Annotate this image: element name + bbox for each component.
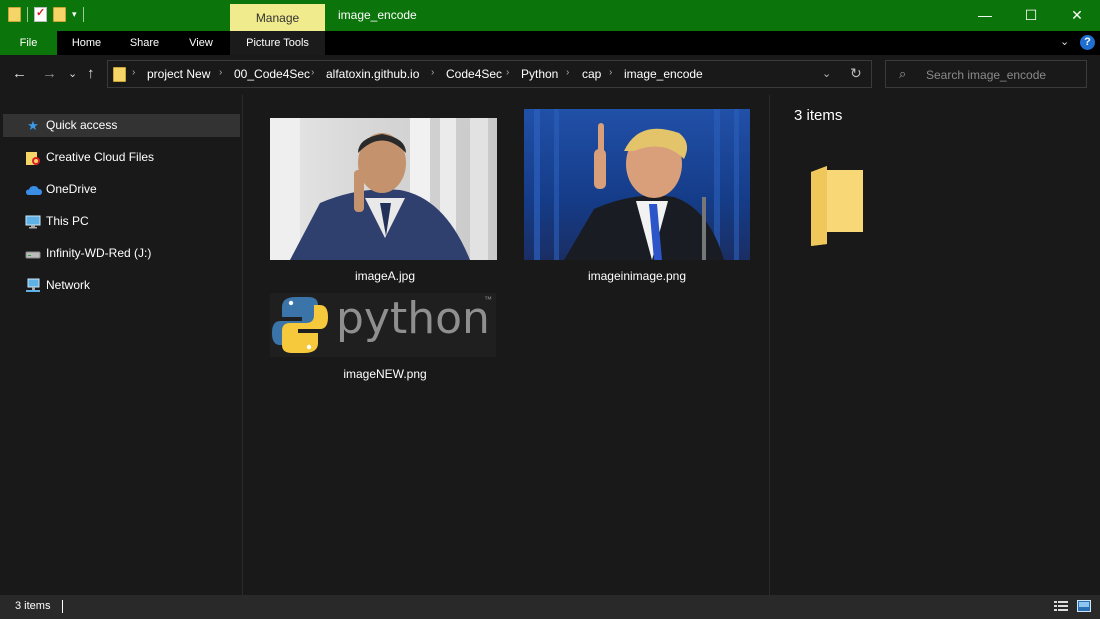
breadcrumb-cap[interactable]: cap <box>582 67 601 81</box>
address-bar[interactable]: › project New › 00_Code4Sec › alfatoxin.… <box>107 60 872 88</box>
breadcrumb-separator[interactable]: › <box>431 67 434 78</box>
refresh-icon[interactable]: ↻ <box>850 65 862 82</box>
breadcrumb-image-encode[interactable]: image_encode <box>624 67 703 81</box>
search-box[interactable]: ⌕ Search image_encode <box>885 60 1087 88</box>
tab-home[interactable]: Home <box>64 31 109 55</box>
drive-icon <box>25 246 41 262</box>
quick-access-toolbar: ▾ <box>8 6 84 22</box>
sidebar-item-this-pc[interactable]: This PC <box>3 210 240 233</box>
breadcrumb-separator[interactable]: › <box>132 67 135 78</box>
breadcrumb-python[interactable]: Python <box>521 67 558 81</box>
search-input[interactable]: Search image_encode <box>926 68 1046 82</box>
sidebar-item-quick-access[interactable]: ★ Quick access <box>3 114 240 137</box>
ribbon: File Home Share View Picture Tools ⌄ ? <box>0 31 1100 55</box>
sidebar-item-infinity-wd-red[interactable]: Infinity-WD-Red (J:) <box>3 242 240 265</box>
file-thumbnail[interactable] <box>270 118 497 260</box>
breadcrumb-separator[interactable]: › <box>609 67 612 78</box>
sidebar-item-label: Network <box>46 278 91 292</box>
sidebar-item-network[interactable]: Network <box>3 274 240 297</box>
forward-arrow-icon[interactable]: → <box>42 65 57 82</box>
search-icon: ⌕ <box>899 66 907 81</box>
preview-pane: 3 items <box>769 95 1100 595</box>
item-count-heading: 3 items <box>794 107 843 124</box>
python-logo-text: python <box>336 293 490 344</box>
breadcrumb-separator[interactable]: › <box>219 67 222 78</box>
folder-icon <box>113 67 126 82</box>
back-arrow-icon[interactable]: ← <box>12 65 27 82</box>
status-bar: 3 items <box>0 595 1100 619</box>
large-icons-view-icon[interactable] <box>1077 600 1091 612</box>
customize-toolbar-dropdown[interactable]: ▾ <box>72 9 77 20</box>
title-bar: ▾ Manage image_encode — ☐ ✕ <box>0 0 1100 31</box>
folder-icon <box>8 7 21 22</box>
network-icon <box>25 278 41 294</box>
breadcrumb-separator[interactable]: › <box>566 67 569 78</box>
trademark-symbol: ™ <box>484 295 492 304</box>
sidebar-item-label: Creative Cloud Files <box>46 150 155 164</box>
maximize-button[interactable]: ☐ <box>1008 0 1054 31</box>
sidebar-item-label: OneDrive <box>46 182 97 196</box>
tab-view[interactable]: View <box>180 31 222 55</box>
breadcrumb-separator[interactable]: › <box>311 67 314 78</box>
tab-picture-tools[interactable]: Picture Tools <box>230 31 325 55</box>
sidebar-item-creative-cloud-files[interactable]: Creative Cloud Files <box>3 146 240 169</box>
file-list: imageA.jpg imageinimage.png python ™ ima… <box>243 95 768 595</box>
status-divider <box>62 600 63 613</box>
navigation-pane: ★ Quick access Creative Cloud Files OneD… <box>0 95 243 595</box>
breadcrumb-separator[interactable]: › <box>506 67 509 78</box>
breadcrumb-project-new[interactable]: project New <box>147 67 210 81</box>
new-folder-icon[interactable] <box>53 7 66 22</box>
properties-icon[interactable] <box>34 6 47 22</box>
breadcrumb-code4sec-folder[interactable]: 00_Code4Sec <box>234 67 310 81</box>
collapse-ribbon-icon[interactable]: ⌄ <box>1060 35 1069 48</box>
file-thumbnail[interactable] <box>524 109 750 260</box>
sidebar-item-label: Infinity-WD-Red (J:) <box>46 246 152 260</box>
toolbar-divider <box>82 7 84 22</box>
manage-context-tab[interactable]: Manage <box>230 4 325 31</box>
close-button[interactable]: ✕ <box>1054 0 1100 31</box>
toolbar-divider <box>27 7 28 22</box>
address-dropdown-icon[interactable]: ⌄ <box>822 67 831 80</box>
sidebar-item-label: This PC <box>46 214 89 228</box>
sidebar-item-onedrive[interactable]: OneDrive <box>3 178 240 201</box>
file-name-label[interactable]: imageNEW.png <box>265 367 505 381</box>
sidebar-item-label: Quick access <box>46 118 118 132</box>
minimize-button[interactable]: — <box>962 0 1008 31</box>
navigation-bar: ← → ⌄ ↑ › project New › 00_Code4Sec › al… <box>0 55 1100 95</box>
window-title: image_encode <box>338 8 417 22</box>
up-arrow-icon[interactable]: ↑ <box>87 65 95 82</box>
file-name-label[interactable]: imageinimage.png <box>517 269 757 283</box>
star-icon: ★ <box>27 118 39 133</box>
recent-locations-icon[interactable]: ⌄ <box>68 67 77 80</box>
status-item-count: 3 items <box>15 600 51 612</box>
file-name-label[interactable]: imageA.jpg <box>265 269 505 283</box>
breadcrumb-alfatoxin[interactable]: alfatoxin.github.io <box>326 67 419 81</box>
tab-file[interactable]: File <box>0 31 57 55</box>
creative-cloud-folder-icon <box>25 150 41 166</box>
tab-share[interactable]: Share <box>122 31 167 55</box>
help-icon[interactable]: ? <box>1080 35 1095 50</box>
file-thumbnail[interactable]: python ™ <box>270 293 496 357</box>
details-view-icon[interactable] <box>1054 600 1068 612</box>
large-folder-icon <box>811 166 863 246</box>
computer-icon <box>25 214 41 230</box>
breadcrumb-code4sec[interactable]: Code4Sec <box>446 67 502 81</box>
onedrive-cloud-icon <box>25 182 42 198</box>
